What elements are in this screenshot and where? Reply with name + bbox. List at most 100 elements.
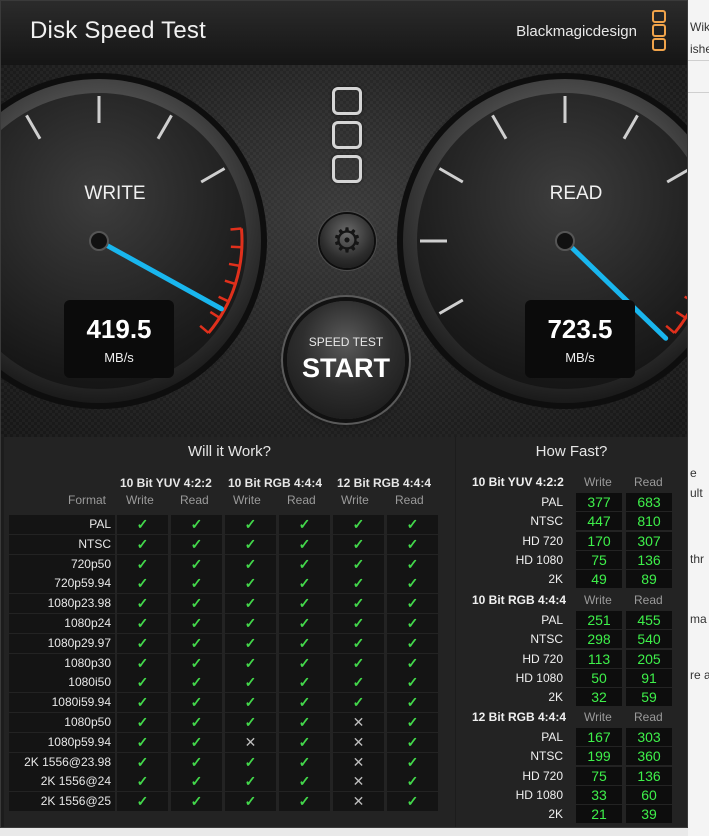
check-icon: ✓ [225,693,276,713]
background-text: thr [690,552,705,566]
check-icon: ✓ [279,693,330,713]
cross-icon: ✕ [333,752,384,772]
column-header: Write [584,593,612,607]
column-header: Write [584,475,612,489]
check-icon: ✓ [171,693,222,713]
check-icon: ✓ [279,653,330,673]
format-label: 2K 1556@23.98 [9,752,115,772]
selector-slot-2[interactable] [332,121,362,149]
background-text: ma [690,612,707,626]
read-value: 455 [626,611,672,629]
how-fast-row-label: HD 720 [522,533,563,548]
read-value: 91 [626,668,672,687]
check-icon: ✓ [117,594,168,614]
check-icon: ✓ [171,633,222,653]
blackmagic-logo-icon [652,10,666,52]
check-icon: ✓ [279,574,330,594]
check-icon: ✓ [387,534,438,554]
selector-slot-1[interactable] [332,87,362,115]
check-icon: ✓ [279,732,330,752]
check-icon: ✓ [117,772,168,792]
check-icon: ✓ [117,574,168,594]
check-icon: ✓ [225,653,276,673]
read-value: 360 [626,747,672,766]
check-icon: ✓ [387,614,438,633]
check-icon: ✓ [117,673,168,693]
check-icon: ✓ [333,673,384,693]
cross-icon: ✕ [225,732,276,752]
check-icon: ✓ [117,554,168,574]
check-icon: ✓ [333,594,384,614]
column-header: Write [126,493,154,507]
check-icon: ✓ [387,633,438,653]
check-icon: ✓ [171,673,222,693]
check-icon: ✓ [171,554,222,574]
read-value: 683 [626,493,672,511]
check-icon: ✓ [117,534,168,554]
check-icon: ✓ [225,713,276,732]
check-icon: ✓ [225,673,276,693]
check-icon: ✓ [225,633,276,653]
check-icon: ✓ [171,653,222,673]
background-page [688,0,709,836]
background-text: Wik [690,20,709,34]
selector-slot-3[interactable] [332,155,362,183]
check-icon: ✓ [117,792,168,812]
read-speed-value: 723.5 [547,314,613,344]
background-divider [688,92,709,93]
brand-name: Blackmagicdesign [516,23,637,40]
how-fast-title: How Fast? [535,443,608,460]
start-button-label: START [302,353,390,383]
write-value: 21 [576,805,622,824]
how-fast-row-label: HD 1080 [515,552,563,567]
background-divider [688,60,709,61]
format-label: 1080p23.98 [9,594,115,614]
how-fast-row-label: PAL [541,613,563,627]
mode-selector[interactable] [332,87,362,189]
check-icon: ✓ [387,752,438,772]
write-readout: 419.5 MB/s [64,300,174,378]
check-icon: ✓ [171,772,222,792]
background-text: re a [690,668,709,682]
how-fast-row: PAL 377 683 [463,493,677,512]
cross-icon: ✕ [333,713,384,732]
read-value: 303 [626,728,672,746]
settings-button[interactable]: ⚙ [320,214,374,268]
check-icon: ✓ [387,554,438,574]
column-header: Write [233,493,261,507]
gauge-redzone-tick [230,227,242,231]
cross-icon: ✕ [333,732,384,752]
title-bar[interactable]: Disk Speed Test Blackmagicdesign [1,1,687,66]
how-fast-group-header: 10 Bit YUV 4:2:2 [472,475,564,489]
table-row: 2K 1556@23.98 ✓ ✓ ✓ ✓ ✕ ✓ [9,752,439,772]
check-icon: ✓ [225,554,276,574]
write-value: 33 [576,785,622,804]
check-icon: ✓ [333,534,384,554]
group-header: 10 Bit YUV 4:2:2 [120,476,212,490]
check-icon: ✓ [171,614,222,633]
write-value: 75 [576,550,622,569]
write-gauge-label: WRITE [84,183,146,204]
check-icon: ✓ [171,594,222,614]
check-icon: ✓ [387,515,438,534]
check-icon: ✓ [279,534,330,554]
how-fast-row-label: PAL [541,730,563,744]
write-value: 377 [576,493,622,511]
read-value: 39 [626,805,672,824]
start-button[interactable]: SPEED TEST START [287,301,405,419]
format-label: 720p50 [9,554,115,574]
app-title: Disk Speed Test [30,17,206,44]
how-fast-row: HD 720 113 205 [463,649,677,669]
check-icon: ✓ [279,594,330,614]
write-value: 447 [576,512,622,531]
how-fast-row: HD 1080 33 60 [463,785,677,805]
how-fast-row-label: NTSC [530,632,563,647]
table-row: PAL ✓ ✓ ✓ ✓ ✓ ✓ [9,515,439,534]
check-icon: ✓ [117,713,168,732]
cross-icon: ✕ [333,792,384,812]
write-value: 298 [576,630,622,649]
disk-speed-test-window: Disk Speed Test Blackmagicdesign WRITE 4… [0,0,688,828]
format-label: 2K 1556@25 [9,792,115,812]
table-row: 720p50 ✓ ✓ ✓ ✓ ✓ ✓ [9,554,439,574]
check-icon: ✓ [387,772,438,792]
